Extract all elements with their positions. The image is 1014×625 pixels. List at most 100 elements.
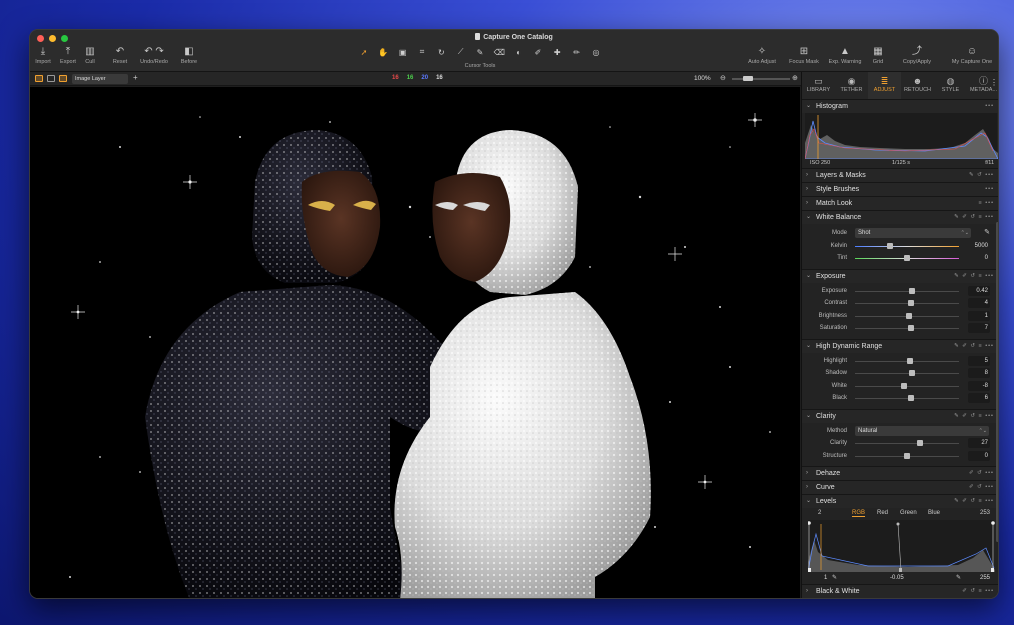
- focus-mask-button[interactable]: ⊞ Focus Mask: [784, 45, 824, 65]
- levels-input-low[interactable]: 2: [818, 510, 821, 516]
- grid-view-icon[interactable]: [35, 75, 43, 82]
- saturation-slider[interactable]: [855, 328, 959, 329]
- tab-library[interactable]: ▭ LIBRARY: [802, 72, 835, 99]
- levels-output-high[interactable]: 255: [980, 575, 990, 581]
- style-brushes-header[interactable]: › Style Brushes •••: [802, 183, 998, 196]
- add-layer-icon[interactable]: +: [133, 73, 138, 82]
- image-viewer[interactable]: [30, 87, 800, 598]
- black-slider[interactable]: [855, 398, 959, 399]
- saturation-thumb[interactable]: [908, 325, 914, 331]
- picker-cursor-icon[interactable]: ✐: [529, 48, 547, 57]
- black-thumb[interactable]: [908, 395, 914, 401]
- section-actions-icon[interactable]: ✐ ↺ ≡ •••: [962, 585, 994, 598]
- levels-input-high[interactable]: 253: [980, 510, 990, 516]
- shadow-value[interactable]: 8: [968, 368, 990, 378]
- histogram-header[interactable]: ⌄ Histogram •••: [802, 100, 998, 113]
- black-value[interactable]: 6: [968, 393, 990, 403]
- layers-masks-header[interactable]: › Layers & Masks ✎ ↺ •••: [802, 169, 998, 182]
- wb-mode-select[interactable]: Shot: [855, 228, 971, 238]
- export-button[interactable]: ⤒ Export: [56, 45, 80, 65]
- match-look-header[interactable]: › Match Look ≡ •••: [802, 197, 998, 210]
- panel-scrollbar[interactable]: [996, 222, 998, 542]
- tab-tether[interactable]: ◉ TETHER: [835, 72, 868, 99]
- exposure-value[interactable]: 0.42: [968, 285, 990, 296]
- annotate-cursor-icon[interactable]: ✏: [568, 48, 586, 57]
- rotate-cursor-icon[interactable]: ↻: [432, 48, 450, 57]
- heal-cursor-icon[interactable]: ✚: [548, 48, 566, 57]
- zoom-out-icon[interactable]: ⊖: [720, 74, 726, 82]
- contrast-thumb[interactable]: [908, 300, 914, 306]
- more-icon[interactable]: •••: [985, 100, 994, 113]
- tint-value[interactable]: 0: [968, 253, 990, 263]
- kelvin-thumb[interactable]: [887, 242, 893, 249]
- zoom-slider-thumb[interactable]: [743, 76, 753, 81]
- section-actions-icon[interactable]: ✎ ✐ ↺ ≡ •••: [954, 410, 994, 423]
- section-actions-icon[interactable]: ✎ ✐ ↺ ≡ •••: [954, 211, 994, 224]
- zoom-slider[interactable]: [732, 78, 790, 80]
- exposure-thumb[interactable]: [909, 287, 915, 294]
- brightness-value[interactable]: 1: [968, 310, 990, 321]
- section-actions-icon[interactable]: ≡ •••: [978, 197, 994, 210]
- method-select[interactable]: Natural: [855, 425, 989, 436]
- copy-apply-button[interactable]: ⤴ Copy/Apply: [898, 45, 936, 65]
- browser-view-icon[interactable]: [59, 75, 67, 82]
- black-white-header[interactable]: › Black & White ✐ ↺ ≡ •••: [802, 585, 998, 598]
- tint-thumb[interactable]: [904, 255, 910, 261]
- white-value[interactable]: -8: [968, 380, 990, 391]
- contrast-slider[interactable]: [855, 303, 959, 304]
- dehaze-header[interactable]: › Dehaze ✐ ↺ •••: [802, 467, 998, 480]
- section-actions-icon[interactable]: ✎ ↺ •••: [969, 169, 994, 182]
- contrast-value[interactable]: 4: [968, 298, 990, 308]
- keystone-cursor-icon[interactable]: ⟋: [452, 47, 470, 57]
- layer-select[interactable]: Image Layer: [72, 74, 128, 84]
- shadow-slider[interactable]: [855, 373, 959, 374]
- clarity-thumb[interactable]: [917, 440, 923, 446]
- levels-graph[interactable]: [807, 520, 995, 573]
- exposure-slider[interactable]: [855, 290, 959, 292]
- import-button[interactable]: ⤓ Import: [32, 45, 54, 65]
- tab-retouch[interactable]: ☻ RETOUCH: [901, 72, 934, 99]
- gradient-cursor-icon[interactable]: ◐: [510, 48, 528, 57]
- section-actions-icon[interactable]: ✎ ✐ ↺ ≡ •••: [954, 270, 994, 283]
- auto-adjust-button[interactable]: ✧ Auto Adjust: [742, 45, 782, 65]
- clarity-value[interactable]: 27: [968, 438, 990, 448]
- levels-tab-green[interactable]: Green: [900, 510, 917, 516]
- more-options-icon[interactable]: ⋮: [990, 78, 998, 87]
- white-thumb[interactable]: [901, 382, 907, 389]
- more-icon[interactable]: •••: [985, 183, 994, 196]
- curve-header[interactable]: › Curve ✐ ↺ •••: [802, 481, 998, 494]
- loupe-cursor-icon[interactable]: ▣: [394, 48, 412, 57]
- structure-thumb[interactable]: [904, 452, 910, 459]
- cull-button[interactable]: ▥ Cull: [81, 45, 99, 65]
- highlight-value[interactable]: 5: [968, 355, 990, 366]
- eyedropper-black-icon[interactable]: ✎: [832, 574, 837, 581]
- section-actions-icon[interactable]: ✎ ✐ ↺ ≡ •••: [954, 340, 994, 353]
- saturation-value[interactable]: 7: [968, 323, 990, 333]
- before-button[interactable]: ◧ Before: [176, 45, 202, 65]
- exposure-header[interactable]: ⌄ Exposure ✎ ✐ ↺ ≡ •••: [802, 269, 998, 283]
- structure-value[interactable]: 0: [968, 450, 990, 461]
- my-capture-one-button[interactable]: ☺ My Capture One: [946, 45, 998, 65]
- zoom-in-icon[interactable]: ⊕: [792, 74, 798, 82]
- crop-cursor-icon[interactable]: ⌗: [413, 47, 431, 57]
- kelvin-slider[interactable]: [855, 245, 959, 247]
- exp-warning-button[interactable]: ▲ Exp. Warning: [825, 45, 865, 65]
- section-actions-icon[interactable]: ✐ ↺ •••: [969, 467, 994, 480]
- white-balance-header[interactable]: ⌄ White Balance ✎ ✐ ↺ ≡ •••: [802, 211, 998, 224]
- levels-midtone[interactable]: -0.05: [890, 575, 904, 581]
- eyedropper-icon[interactable]: ✎: [984, 228, 990, 236]
- eyedropper-white-icon[interactable]: ✎: [956, 574, 961, 581]
- kelvin-value[interactable]: 5000: [968, 241, 990, 251]
- section-actions-icon[interactable]: ✎ ✐ ↺ ≡ •••: [954, 495, 994, 508]
- brush-cursor-icon[interactable]: ✎: [471, 48, 489, 57]
- hdr-header[interactable]: ⌄ High Dynamic Range ✎ ✐ ↺ ≡ •••: [802, 339, 998, 353]
- levels-tab-red[interactable]: Red: [877, 510, 888, 516]
- levels-output-low[interactable]: 1: [824, 575, 827, 581]
- clarity-header[interactable]: ⌄ Clarity ✎ ✐ ↺ ≡ •••: [802, 409, 998, 423]
- shadow-thumb[interactable]: [909, 370, 915, 376]
- wb-cursor-icon[interactable]: ◎: [587, 48, 605, 57]
- single-view-icon[interactable]: [47, 75, 55, 82]
- highlight-thumb[interactable]: [907, 357, 913, 364]
- undo-redo-button[interactable]: ↶ ↷ Undo/Redo: [136, 45, 172, 65]
- section-actions-icon[interactable]: ✐ ↺ •••: [969, 481, 994, 494]
